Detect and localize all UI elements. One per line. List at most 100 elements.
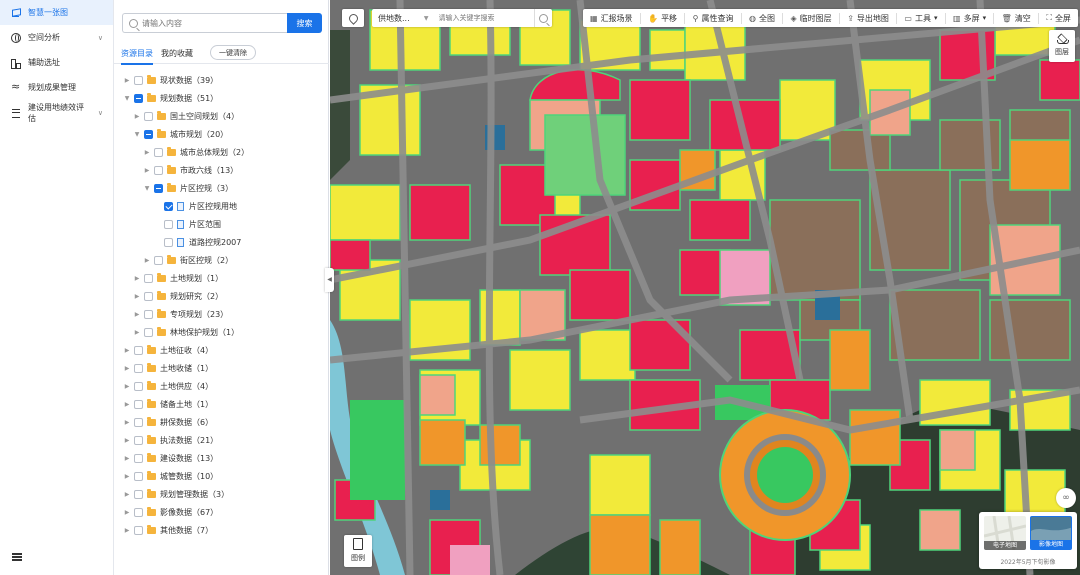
tree-checkbox[interactable]: [134, 525, 143, 535]
tree-checkbox[interactable]: [164, 201, 173, 211]
tree-node[interactable]: ▶ 专项规划（23）: [114, 305, 329, 323]
tree-node[interactable]: ▶ 土地供应（4）: [114, 377, 329, 395]
tree-checkbox[interactable]: [164, 237, 173, 247]
tree-node[interactable]: ▶ 影像数据（67）: [114, 503, 329, 521]
map-search-input[interactable]: [438, 14, 534, 22]
tree-checkbox[interactable]: [134, 471, 143, 481]
tree-checkbox[interactable]: [154, 147, 163, 157]
tree-checkbox[interactable]: [134, 435, 143, 445]
expand-icon[interactable]: ▶: [122, 509, 132, 516]
tree-node[interactable]: ▶ 城管数据（10）: [114, 467, 329, 485]
tree-node[interactable]: ▼ 城市规划（20）: [114, 125, 329, 143]
vector-basemap-thumb[interactable]: 电子地图: [984, 516, 1026, 550]
tree-checkbox[interactable]: [154, 165, 163, 175]
clear-all-button[interactable]: 一键清除: [210, 45, 256, 60]
expand-icon[interactable]: ▶: [122, 383, 132, 390]
tool-3[interactable]: ◍ 全图: [746, 13, 778, 24]
tree-node[interactable]: ▶ 土地规划（1）: [114, 269, 329, 287]
tool-6[interactable]: ▭ 工具 ▾: [901, 13, 940, 24]
tree-node[interactable]: ▶ 市政六线（13）: [114, 161, 329, 179]
menu-icon[interactable]: [12, 553, 22, 561]
tree-node[interactable]: 片区控规用地: [114, 197, 329, 215]
expand-icon[interactable]: ▶: [122, 473, 132, 480]
expand-icon[interactable]: ▶: [122, 365, 132, 372]
legend-button[interactable]: 图例: [344, 535, 372, 567]
tree-checkbox[interactable]: [134, 363, 143, 373]
tool-1[interactable]: ✋ 平移: [645, 13, 680, 24]
expand-icon[interactable]: ▶: [132, 311, 142, 318]
nav-item-2[interactable]: 辅助选址: [0, 50, 113, 75]
tab-resource-catalog[interactable]: 资源目录: [121, 48, 153, 65]
tree-checkbox[interactable]: [134, 417, 143, 427]
expand-icon[interactable]: ▶: [122, 419, 132, 426]
tree-checkbox[interactable]: [144, 291, 153, 301]
tool-4[interactable]: ◈ 临时图层: [788, 13, 835, 24]
tree-node[interactable]: 片区范围: [114, 215, 329, 233]
tree-checkbox[interactable]: [144, 129, 153, 139]
location-button[interactable]: [342, 9, 364, 27]
nav-item-4[interactable]: 建设用地绩效评估 ∨: [0, 100, 113, 125]
nav-item-3[interactable]: 规划成果管理: [0, 75, 113, 100]
tree-node[interactable]: ▶ 建设数据（13）: [114, 449, 329, 467]
collapse-icon[interactable]: ▼: [142, 185, 152, 192]
expand-icon[interactable]: ▶: [122, 347, 132, 354]
tree-checkbox[interactable]: [144, 309, 153, 319]
collapse-icon[interactable]: ▼: [132, 131, 142, 138]
tree-checkbox[interactable]: [154, 183, 163, 193]
tree-checkbox[interactable]: [134, 489, 143, 499]
land-use-map[interactable]: [330, 0, 1080, 575]
expand-icon[interactable]: ▶: [122, 437, 132, 444]
tree-node[interactable]: ▶ 耕保数据（6）: [114, 413, 329, 431]
tool-0[interactable]: ▦ 汇报场景: [587, 13, 636, 24]
tool-2[interactable]: ⚲ 属性查询: [690, 13, 737, 24]
nav-item-0[interactable]: 智慧一张图: [0, 0, 113, 25]
expand-icon[interactable]: ▶: [122, 77, 132, 84]
tab-my-favorites[interactable]: 我的收藏: [161, 48, 193, 59]
tree-node[interactable]: ▶ 街区控规（2）: [114, 251, 329, 269]
search-box[interactable]: [122, 13, 287, 33]
tree-checkbox[interactable]: [134, 381, 143, 391]
tool-8[interactable]: 🗑 清空: [999, 13, 1034, 24]
tree-checkbox[interactable]: [154, 255, 163, 265]
tool-5[interactable]: ⇪ 导出地图: [844, 13, 892, 24]
map-search-button[interactable]: [533, 9, 552, 27]
tree-node[interactable]: ▶ 城市总体规划（2）: [114, 143, 329, 161]
expand-icon[interactable]: ▶: [122, 491, 132, 498]
resource-search-input[interactable]: [142, 18, 282, 28]
tree-checkbox[interactable]: [144, 327, 153, 337]
expand-icon[interactable]: ▶: [142, 167, 152, 174]
tree-checkbox[interactable]: [144, 273, 153, 283]
panel-collapse-toggle[interactable]: ◀: [325, 268, 334, 292]
search-button[interactable]: 搜索: [287, 13, 322, 33]
tree-node[interactable]: ▶ 规划研究（2）: [114, 287, 329, 305]
tree-node[interactable]: ▶ 林地保护规划（1）: [114, 323, 329, 341]
tree-checkbox[interactable]: [134, 399, 143, 409]
tree-checkbox[interactable]: [144, 111, 153, 121]
expand-icon[interactable]: ▶: [132, 113, 142, 120]
expand-icon[interactable]: ▶: [122, 455, 132, 462]
expand-icon[interactable]: ▶: [132, 275, 142, 282]
imagery-basemap-thumb[interactable]: 影像地图: [1030, 516, 1072, 550]
map-view[interactable]: 供地数... ▼ ▦汇报场景✋平移⚲属性查询◍全图◈临时图层⇪导出地图▭工具▾▥…: [330, 0, 1080, 575]
expand-icon[interactable]: ▶: [132, 293, 142, 300]
search-category-select[interactable]: 供地数...: [378, 13, 424, 24]
tree-node[interactable]: 道路控规2007: [114, 233, 329, 251]
expand-icon[interactable]: ▶: [122, 401, 132, 408]
tree-node[interactable]: ▶ 现状数据（39）: [114, 71, 329, 89]
tree-node[interactable]: ▶ 土地收储（1）: [114, 359, 329, 377]
link-button[interactable]: ∞: [1056, 488, 1076, 508]
tree-checkbox[interactable]: [134, 75, 143, 85]
tree-node[interactable]: ▼ 片区控规（3）: [114, 179, 329, 197]
collapse-icon[interactable]: ▼: [122, 95, 132, 102]
tree-checkbox[interactable]: [134, 507, 143, 517]
expand-icon[interactable]: ▶: [132, 329, 142, 336]
tree-node[interactable]: ▶ 执法数据（21）: [114, 431, 329, 449]
tree-checkbox[interactable]: [134, 453, 143, 463]
tree-node[interactable]: ▶ 国土空间规划（4）: [114, 107, 329, 125]
expand-icon[interactable]: ▶: [142, 257, 152, 264]
tree-node[interactable]: ▶ 土地征收（4）: [114, 341, 329, 359]
tree-node[interactable]: ▶ 储备土地（1）: [114, 395, 329, 413]
tree-node[interactable]: ▶ 其他数据（7）: [114, 521, 329, 539]
layers-button[interactable]: 图层: [1049, 30, 1075, 62]
tree-node[interactable]: ▼ 规划数据（51）: [114, 89, 329, 107]
